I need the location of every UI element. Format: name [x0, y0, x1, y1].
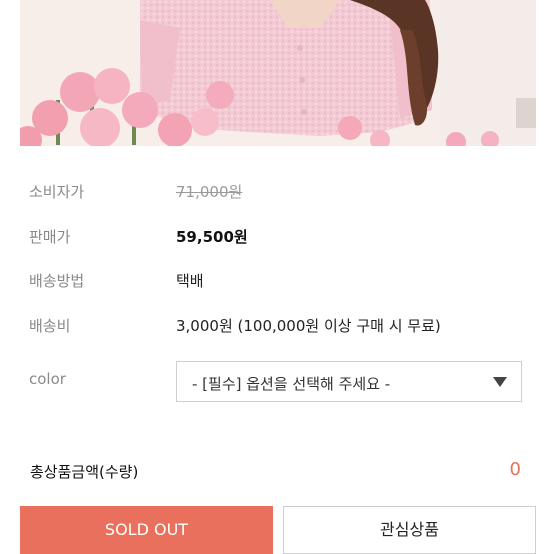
sale-price-value: 59,500원	[176, 228, 248, 246]
color-option-selected: - [필수] 옵션을 선택해 주세요 -	[192, 375, 391, 393]
shipping-fee-value: 3,000원 (100,000원 이상 구매 시 무료)	[176, 317, 441, 335]
dropdown-arrow-icon	[493, 377, 507, 387]
shipping-method-value: 택배	[176, 272, 204, 290]
sale-price-label: 판매가	[29, 228, 71, 246]
total-amount-label: 총상품금액(수량)	[30, 463, 139, 481]
wishlist-button[interactable]: 관심상품	[283, 506, 536, 554]
option-label: color	[29, 370, 66, 388]
total-amount-count: 0	[509, 459, 521, 480]
shipping-method-label: 배송방법	[29, 272, 85, 290]
consumer-price-label: 소비자가	[29, 183, 85, 201]
product-image	[20, 0, 536, 146]
color-option-select[interactable]: - [필수] 옵션을 선택해 주세요 -	[176, 361, 522, 402]
consumer-price-value: 71,000원	[176, 183, 243, 201]
sold-out-button[interactable]: SOLD OUT	[20, 506, 273, 554]
shipping-fee-label: 배송비	[29, 317, 71, 335]
